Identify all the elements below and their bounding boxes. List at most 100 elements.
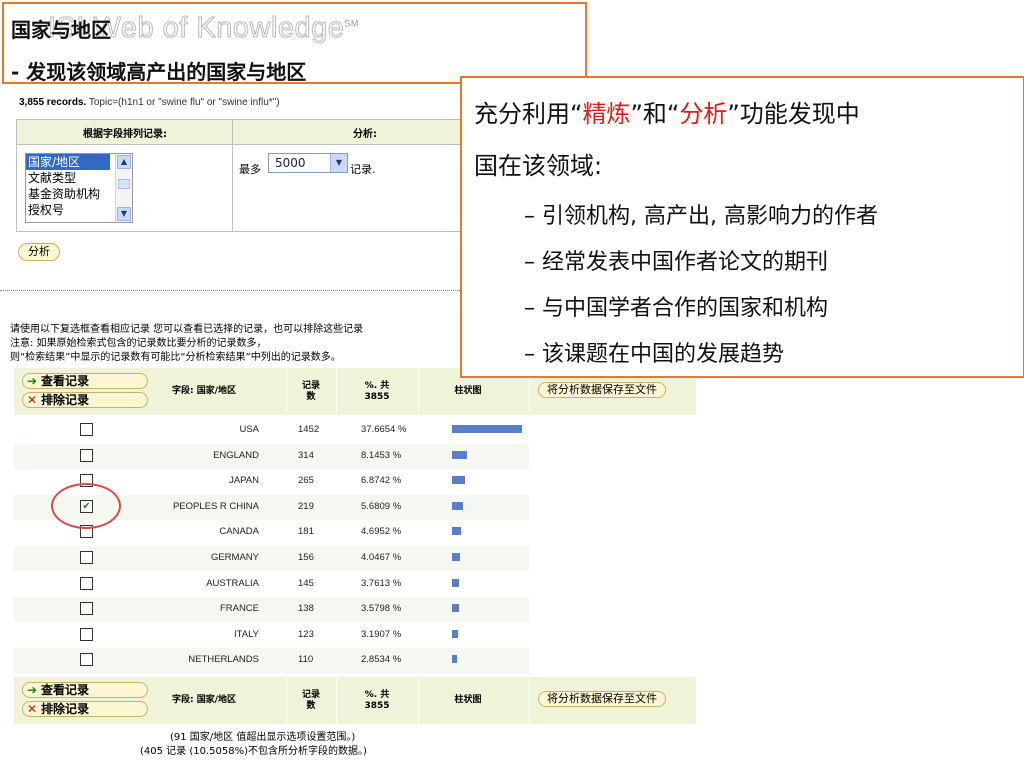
analysis-form: 根据字段排列记录: 分析: 国家/地区 文献类型 基金资助机构 授权号 ▲ ▼ … [16,119,496,232]
exclude-records-button[interactable]: ✕ 排除记录 [22,701,148,717]
instruction-line: 请使用以下复选框查看相应记录 您可以查看已选择的记录，也可以排除这些记录 [10,324,364,335]
row-checkbox[interactable] [80,551,93,564]
close-icon: ✕ [26,702,38,716]
col-divider [529,677,530,724]
table-row: GERMANY 156 4.0467 % [14,546,529,571]
table-row: ENGLAND 314 8.1453 % [14,443,529,469]
analyze-button[interactable]: 分析 [18,243,60,261]
record-percent: 3.1907 % [361,628,402,640]
col-count-label: 记录 [301,380,320,391]
col-count-header: 记录数 [286,368,336,415]
histogram-bar [452,655,457,664]
view-records-button[interactable]: ➔ 查看记录 [22,682,148,698]
histogram-bar [452,527,461,536]
row-checkbox[interactable] [80,653,93,667]
row-checkbox[interactable] [80,627,93,641]
record-count: 156 [298,552,314,563]
instruction-line: 注意: 如果原始检索式包含的记录数比要分析的记录数多， [10,338,267,349]
col-bar-header: 柱状图 [454,695,482,705]
max-records-label: 最多 [239,163,261,176]
callout-intro-cont: 国在该领域: [474,152,603,180]
close-icon: ✕ [26,393,38,407]
histogram-bar [452,578,459,587]
table-row: FRANCE 138 3.5798 % [14,597,529,623]
record-count: 145 [298,577,314,589]
field-option[interactable]: 国家/地区 [26,154,110,170]
listbox-scrollbar[interactable]: ▲ ▼ [115,154,132,222]
col-count-label: 记录 [301,689,320,700]
record-count: 1452 [298,424,320,435]
record-count: 181 [298,526,314,538]
col-count-header: 记录数 [286,677,336,724]
record-count: 138 [298,603,314,615]
arrow-right-icon: ➔ [26,683,38,697]
country-name: AUSTRALIA [206,577,259,589]
table-row: USA 1452 37.6654 % [14,418,529,443]
scroll-thumb[interactable] [118,179,130,189]
record-percent: 5.6809 % [361,500,402,512]
col-pct-header: %. 共 3855 [336,368,418,415]
record-count: 110 [298,654,314,666]
row-checkbox[interactable] [80,423,93,436]
callout-bullet: – 该课题在中国的发展趋势 [524,342,784,367]
histogram-bar [452,553,460,561]
footnote-out-of-range: (91 国家/地区 值超出显示选项设置范围。) [170,732,356,743]
callout-text: ”和“ [630,100,680,128]
callout-highlight-refine: 精炼 [582,100,631,128]
record-percent: 6.8742 % [361,475,402,487]
highlight-circle [51,483,121,529]
callout-highlight-analyze: 分析 [679,100,728,128]
separator [0,290,460,291]
record-count: 314 [298,449,314,461]
view-records-label: 查看记录 [41,374,90,388]
scroll-up-icon[interactable]: ▲ [117,155,131,169]
country-name: USA [239,424,259,435]
histogram-bar [452,501,463,510]
record-percent: 37.6654 % [361,424,407,435]
chevron-down-icon[interactable]: ▼ [330,154,347,172]
view-records-label: 查看记录 [41,683,90,697]
save-to-file-button[interactable]: 将分析数据保存至文件 [538,382,666,398]
col-field-header: 字段: 国家/地区 [171,695,237,705]
form-divider [232,120,233,231]
records-summary: 3,855 records. Topic=(h1n1 or "swine flu… [19,97,280,108]
col-pct-label: 3855 [364,391,390,402]
rank-field-heading: 根据字段排列记录: [83,129,167,140]
table-row: NETHERLANDS 110 2.8534 % [14,648,529,674]
country-name: JAPAN [229,475,259,487]
histogram-bar [452,604,459,613]
country-name: ENGLAND [213,449,259,461]
country-name: FRANCE [219,603,259,615]
col-count-label: 数 [306,700,316,711]
callout-bullet: – 经常发表中国作者论文的期刊 [524,250,828,275]
col-field-header: 字段: 国家/地区 [171,386,237,396]
scroll-down-icon[interactable]: ▼ [117,207,131,221]
row-checkbox[interactable] [80,448,93,462]
country-name: ITALY [234,628,259,640]
record-percent: 4.0467 % [361,552,402,563]
record-percent: 2.8534 % [361,654,402,666]
record-percent: 3.5798 % [361,603,402,615]
table-row: AUSTRALIA 145 3.7613 % [14,572,529,597]
row-checkbox[interactable] [80,602,93,616]
col-pct-header: %. 共 3855 [336,677,418,724]
view-records-button[interactable]: ➔ 查看记录 [22,373,148,389]
exclude-records-button[interactable]: ✕ 排除记录 [22,392,148,408]
callout-text: 充分利用“ [474,100,583,128]
col-pct-label: 3855 [364,700,390,711]
col-pct-label: %. 共 [364,380,390,391]
record-count: 265 [298,475,314,487]
exclude-records-label: 排除记录 [41,702,90,716]
record-count: 123 [298,628,314,640]
country-name: GERMANY [210,552,259,563]
field-listbox[interactable]: 国家/地区 文献类型 基金资助机构 授权号 ▲ ▼ [25,153,133,223]
row-checkbox[interactable] [80,576,93,590]
exclude-records-label: 排除记录 [41,393,90,407]
country-name: PEOPLES R CHINA [172,500,259,512]
max-records-select[interactable]: 5000 ▼ [268,153,348,173]
col-count-label: 数 [306,391,316,402]
save-to-file-button[interactable]: 将分析数据保存至文件 [538,691,666,707]
table-row: ITALY 123 3.1907 % [14,623,529,648]
instruction-line: 则“检索结果”中显示的记录数有可能比“分析检索结果”中列出的记录数多。 [10,352,341,363]
histogram-bar [452,425,522,433]
